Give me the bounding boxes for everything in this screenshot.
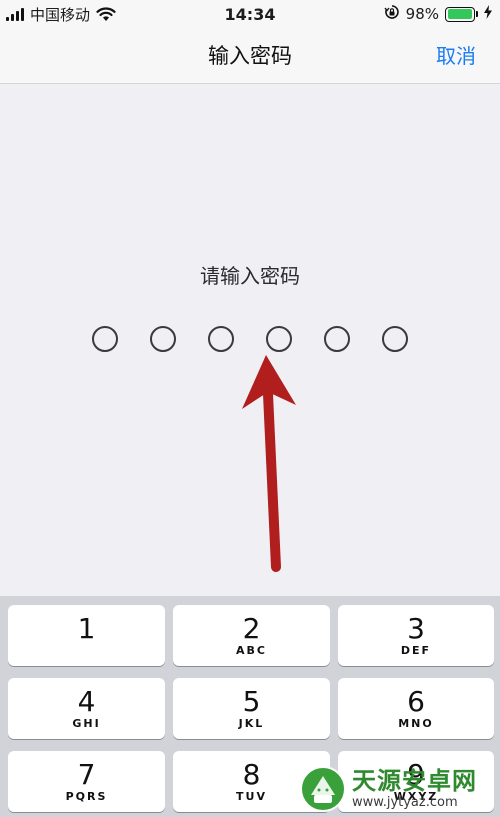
key-letters: JKL: [238, 716, 265, 730]
passcode-dot: [92, 326, 118, 352]
battery-icon: [445, 6, 478, 22]
key-digit: 8: [242, 757, 261, 791]
watermark-logo-icon: [300, 765, 346, 812]
carrier-name: 中国移动: [30, 5, 91, 24]
key-letters: GHI: [72, 716, 101, 730]
key-digit: 3: [407, 611, 425, 645]
status-right: 98%: [384, 4, 492, 24]
passcode-dots: [92, 326, 408, 352]
key-4[interactable]: 4 GHI: [8, 678, 165, 739]
key-7[interactable]: 7 PQRS: [8, 751, 165, 812]
key-digit: 1: [77, 611, 96, 645]
key-digit: 2: [242, 611, 261, 645]
charging-icon: [484, 5, 492, 23]
key-letters: TUV: [236, 789, 267, 803]
battery-percent: 98%: [405, 5, 439, 23]
watermark: 天源安卓网 www.jytyaz.com: [300, 760, 500, 817]
key-1[interactable]: 1: [8, 605, 165, 666]
nav-bar: 输入密码 取消: [0, 28, 500, 84]
status-left: 中国移动: [6, 4, 116, 25]
key-letters: MNO: [398, 716, 434, 730]
passcode-dot: [266, 326, 292, 352]
key-digit: 6: [407, 684, 425, 718]
passcode-dot: [324, 326, 350, 352]
key-2[interactable]: 2 ABC: [173, 605, 330, 666]
key-5[interactable]: 5 JKL: [173, 678, 330, 739]
watermark-url: www.jytyaz.com: [352, 795, 458, 810]
passcode-dot: [208, 326, 234, 352]
watermark-name: 天源安卓网: [352, 767, 477, 795]
signal-icon: [6, 7, 24, 21]
orientation-lock-icon: [384, 4, 400, 24]
watermark-text: 天源安卓网 www.jytyaz.com: [352, 767, 477, 810]
key-letters: DEF: [400, 643, 432, 657]
status-bar: 中国移动 14:34 98%: [0, 0, 500, 28]
key-digit: 4: [77, 684, 96, 718]
passcode-dot: [150, 326, 176, 352]
key-6[interactable]: 6 MNO: [338, 678, 494, 739]
wifi-icon: [96, 6, 116, 22]
passcode-prompt: 请输入密码: [200, 264, 300, 288]
key-letters: ABC: [236, 643, 267, 657]
page-title: 输入密码: [208, 44, 292, 68]
key-letters: PQRS: [65, 789, 108, 803]
key-digit: 7: [77, 757, 96, 791]
key-3[interactable]: 3 DEF: [338, 605, 494, 666]
cancel-button[interactable]: 取消: [436, 28, 476, 84]
passcode-dot: [382, 326, 408, 352]
key-digit: 5: [242, 684, 261, 718]
